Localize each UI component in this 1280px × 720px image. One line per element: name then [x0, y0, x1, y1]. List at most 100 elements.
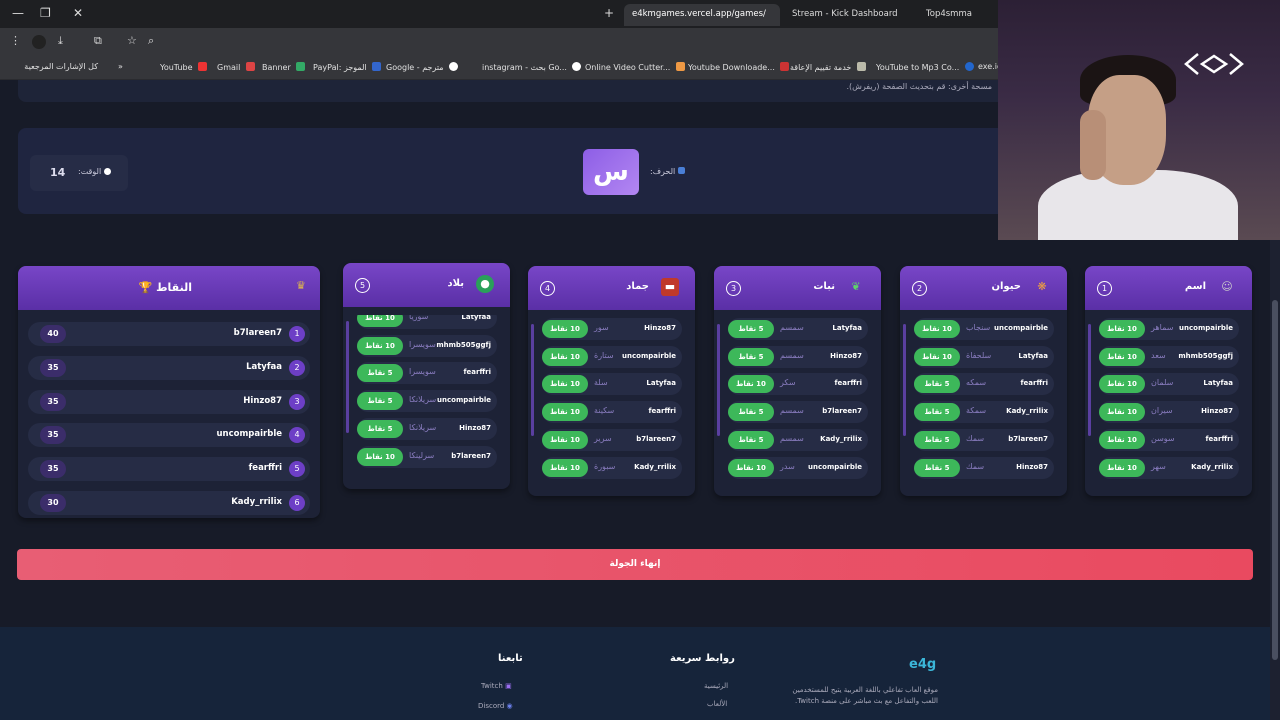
player-name: Kady_rrilix — [820, 434, 862, 443]
bookmark-translate[interactable]: Google - مترجم — [386, 62, 459, 72]
answers-list[interactable]: 10 نقاط سماهر uncompairble 10 نقاط سعد mhmb50… — [1085, 318, 1252, 488]
bookmark-disability[interactable]: خدمة تقييم الإعاقة — [790, 62, 866, 72]
answers-list[interactable]: 10 نقاط سوريا Latyfaa 10 نقاط سويسرا mhmb505g… — [343, 315, 510, 481]
answers-list[interactable]: 10 نقاط سور Hinzo87 10 نقاط ستارة uncompairbl… — [528, 318, 695, 488]
answer-row: 5 نقاط سمك Hinzo87 — [914, 456, 1054, 479]
footer-link-games[interactable]: الألعاب — [707, 700, 727, 708]
footer-link-discord[interactable]: Discord ◉ — [478, 702, 513, 710]
new-tab-button[interactable]: + — [604, 6, 614, 20]
timer-label: الوقت: — [78, 167, 112, 176]
stream-logo-icon — [1184, 53, 1244, 75]
points-badge[interactable]: 10 نقاط — [542, 320, 588, 338]
points-badge[interactable]: 10 نقاط — [1099, 320, 1145, 338]
points-badge[interactable]: 10 نقاط — [357, 315, 403, 327]
points-badge[interactable]: 5 نقاط — [728, 347, 774, 366]
points-badge[interactable]: 5 نقاط — [914, 430, 960, 449]
scrollbar[interactable] — [717, 324, 720, 436]
points-badge[interactable]: 10 نقاط — [914, 320, 960, 338]
points-badge[interactable]: 10 نقاط — [542, 430, 588, 449]
answer-row: 10 نقاط سويسرا mhmb505ggfj — [357, 334, 497, 357]
points-badge[interactable]: 5 نقاط — [914, 458, 960, 477]
bookmark-ytdl[interactable]: Youtube Downloade... — [688, 62, 790, 72]
answer-text: سماهر — [1151, 323, 1174, 332]
tab-top4[interactable]: Top4smma — [918, 4, 998, 26]
timer-box: 14 الوقت: — [30, 155, 128, 191]
points-badge[interactable]: 10 نقاط — [542, 347, 588, 366]
points-badge[interactable]: 10 نقاط — [542, 458, 588, 477]
category-title: اسم — [1184, 281, 1206, 292]
rank-badge: 6 — [289, 495, 305, 511]
answer-text: سلة — [594, 378, 608, 388]
player-name: Hinzo87 — [644, 324, 676, 332]
footer-link-twitch[interactable]: Twitch ▣ — [481, 682, 512, 690]
player-name: b7lareen7 — [822, 407, 862, 416]
answer-text: سرلينكا — [409, 450, 435, 460]
player-name: Latyfaa — [1018, 351, 1048, 360]
bookmark-ytmp3[interactable]: YouTube to Mp3 Co... — [876, 62, 974, 72]
answers-list[interactable]: 10 نقاط سنجاب uncompairble 10 نقاط سلحفاة Lat… — [900, 318, 1067, 488]
bookmark-banner[interactable]: Banner — [262, 62, 306, 72]
category-title: جماد — [626, 281, 649, 292]
menu-icon[interactable]: — — [12, 6, 24, 20]
more-icon[interactable]: ⋮ — [10, 34, 21, 47]
scrollbar-thumb[interactable] — [1272, 300, 1278, 660]
bookmark-all[interactable]: كل الإشارات المرجعية — [24, 62, 98, 71]
points-badge[interactable]: 5 نقاط — [914, 375, 960, 394]
player-name: b7lareen7 — [1008, 434, 1048, 443]
points-badge[interactable]: 10 نقاط — [914, 347, 960, 366]
player-name: Latyfaa — [461, 315, 491, 321]
points-badge[interactable]: 5 نقاط — [357, 419, 403, 438]
footer: e4g موقع العاب تفاعلي باللغة العربية يتي… — [0, 627, 1270, 720]
points-badge[interactable]: 10 نقاط — [1099, 430, 1145, 449]
points-badge[interactable]: 5 نقاط — [728, 403, 774, 422]
points-badge[interactable]: 5 نقاط — [914, 403, 960, 422]
close-window-icon[interactable]: ✕ — [73, 6, 83, 20]
scrollbar[interactable] — [531, 324, 534, 436]
scoreboard-row: 35 Latyfaa 2 — [28, 355, 310, 380]
footer-link-home[interactable]: الرئيسية — [704, 682, 728, 690]
follow-title: تابعنا — [498, 653, 523, 664]
star-icon[interactable]: ☆ — [127, 34, 137, 47]
points-badge[interactable]: 10 نقاط — [542, 375, 588, 394]
points-badge[interactable]: 10 نقاط — [1099, 403, 1145, 422]
bookmark-gmail[interactable]: Gmail — [217, 62, 255, 72]
points-badge[interactable]: 5 نقاط — [728, 430, 774, 449]
bookmark-youtube[interactable]: YouTube — [160, 62, 208, 72]
scrollbar[interactable] — [346, 321, 349, 433]
bookmarks-more[interactable]: » — [118, 62, 123, 71]
player-name: Kady_rrilix — [1006, 407, 1048, 416]
points-badge[interactable]: 10 نقاط — [728, 375, 774, 394]
search-icon[interactable]: ⌕ — [148, 34, 154, 48]
scoreboard-row: 35 Hinzo87 3 — [28, 389, 310, 414]
answer-text: سمسم — [780, 406, 804, 416]
points-badge[interactable]: 10 نقاط — [1099, 375, 1145, 394]
answers-list[interactable]: 5 نقاط سمسم Latyfaa 5 نقاط سمسم Hinzo87 10 نقا… — [714, 318, 881, 488]
answer-text: سوسن — [1151, 433, 1175, 443]
restore-icon[interactable]: ❐ — [40, 6, 51, 20]
tab-games[interactable]: e4kmgames.vercel.app/games/ — [624, 4, 780, 26]
tab-kick[interactable]: Stream - Kick Dashboard — [784, 4, 914, 26]
points-badge[interactable]: 10 نقاط — [1099, 347, 1145, 366]
scrollbar[interactable] — [903, 324, 906, 436]
points-badge[interactable]: 5 نقاط — [357, 392, 403, 411]
bookmark-paypal[interactable]: PayPal: الموجز — [313, 62, 382, 72]
points-badge[interactable]: 10 نقاط — [542, 403, 588, 422]
extensions-icon[interactable]: ⧉ — [94, 34, 102, 48]
points-badge[interactable]: 10 نقاط — [357, 447, 403, 466]
answer-text: سلحفاة — [966, 350, 992, 360]
bookmark-instagram[interactable]: instagram - بحث Go... — [482, 62, 582, 72]
rank-badge: 5 — [289, 461, 305, 478]
answer-text: سمسم — [780, 323, 804, 332]
points-badge[interactable]: 5 نقاط — [357, 364, 403, 383]
profile-icon[interactable] — [32, 35, 46, 49]
points-badge[interactable]: 10 نقاط — [1099, 458, 1145, 477]
bookmark-videocutter[interactable]: Online Video Cutter... — [585, 62, 685, 72]
points-badge[interactable]: 5 نقاط — [728, 320, 774, 338]
scrollbar[interactable] — [1088, 324, 1091, 436]
points-badge[interactable]: 10 نقاط — [728, 458, 774, 477]
player-name: Latyfaa — [1203, 379, 1233, 388]
download-icon[interactable]: ⤓ — [58, 34, 63, 48]
points-badge[interactable]: 10 نقاط — [357, 336, 403, 355]
end-round-button[interactable]: إنهاء الجولة — [17, 549, 1253, 580]
answer-row: 10 نقاط سكر fearffri — [728, 373, 868, 396]
